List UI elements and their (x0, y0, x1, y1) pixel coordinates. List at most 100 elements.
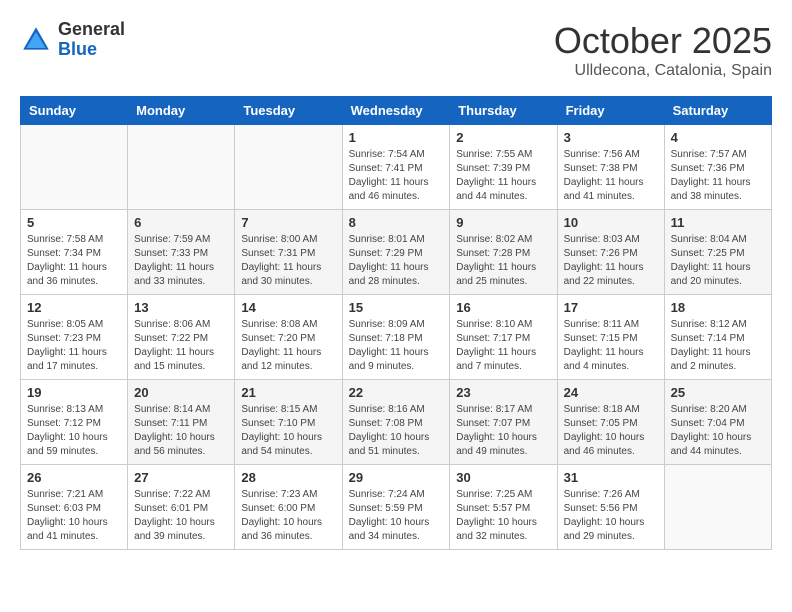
day-number: 7 (241, 215, 335, 230)
day-number: 26 (27, 470, 121, 485)
calendar-cell: 26 Sunrise: 7:21 AM Sunset: 6:03 PM Dayli… (21, 465, 128, 550)
day-number: 18 (671, 300, 765, 315)
day-number: 27 (134, 470, 228, 485)
calendar-cell (21, 125, 128, 210)
day-info: Sunrise: 8:11 AM Sunset: 7:15 PM Dayligh… (564, 318, 658, 374)
calendar-cell: 14 Sunrise: 8:08 AM Sunset: 7:20 PM Dayli… (235, 295, 342, 380)
calendar-cell: 8 Sunrise: 8:01 AM Sunset: 7:29 PM Daylig… (342, 210, 450, 295)
calendar-cell: 7Sunrise: 8:00 AM Sunset: 7:31 PM Daylig… (235, 210, 342, 295)
calendar-cell: 2 Sunrise: 7:55 AM Sunset: 7:39 PM Daylig… (450, 125, 557, 210)
logo-text: General Blue (58, 20, 125, 60)
day-number: 12 (27, 300, 121, 315)
calendar-cell: 11 Sunrise: 8:04 AM Sunset: 7:25 PM Dayli… (664, 210, 771, 295)
day-info: Sunrise: 7:58 AM Sunset: 7:34 PM Dayligh… (27, 233, 121, 289)
day-number: 1 (349, 130, 444, 145)
day-info: Sunrise: 8:10 AM Sunset: 7:17 PM Dayligh… (456, 318, 550, 374)
calendar-cell: 16 Sunrise: 8:10 AM Sunset: 7:17 PM Dayli… (450, 295, 557, 380)
day-number: 9 (456, 215, 550, 230)
calendar-cell: 24 Sunrise: 8:18 AM Sunset: 7:05 PM Dayli… (557, 380, 664, 465)
calendar-cell: 10 Sunrise: 8:03 AM Sunset: 7:26 PM Dayli… (557, 210, 664, 295)
day-number: 23 (456, 385, 550, 400)
day-number: 8 (349, 215, 444, 230)
day-number: 4 (671, 130, 765, 145)
calendar-cell: 18 Sunrise: 8:12 AM Sunset: 7:14 PM Dayli… (664, 295, 771, 380)
day-info: Sunrise: 7:54 AM Sunset: 7:41 PM Dayligh… (349, 148, 444, 204)
weekday-header-cell: Friday (557, 97, 664, 125)
day-number: 11 (671, 215, 765, 230)
day-number: 2 (456, 130, 550, 145)
calendar-cell (128, 125, 235, 210)
calendar-cell: 23 Sunrise: 8:17 AM Sunset: 7:07 PM Dayli… (450, 380, 557, 465)
calendar-week-row: 12 Sunrise: 8:05 AM Sunset: 7:23 PM Dayli… (21, 295, 772, 380)
weekday-header-cell: Wednesday (342, 97, 450, 125)
logo: General Blue (20, 20, 125, 60)
day-number: 15 (349, 300, 444, 315)
day-info: Sunrise: 7:21 AM Sunset: 6:03 PM Dayligh… (27, 488, 121, 544)
day-number: 10 (564, 215, 658, 230)
day-info: Sunrise: 7:25 AM Sunset: 5:57 PM Dayligh… (456, 488, 550, 544)
weekday-header-cell: Thursday (450, 97, 557, 125)
day-number: 6 (134, 215, 228, 230)
day-info: Sunrise: 7:57 AM Sunset: 7:36 PM Dayligh… (671, 148, 765, 204)
calendar-cell: 12 Sunrise: 8:05 AM Sunset: 7:23 PM Dayli… (21, 295, 128, 380)
day-info: Sunrise: 8:20 AM Sunset: 7:04 PM Dayligh… (671, 403, 765, 459)
calendar-cell: 28 Sunrise: 7:23 AM Sunset: 6:00 PM Dayli… (235, 465, 342, 550)
calendar-cell: 4 Sunrise: 7:57 AM Sunset: 7:36 PM Daylig… (664, 125, 771, 210)
logo-icon (20, 24, 52, 56)
calendar-cell: 6Sunrise: 7:59 AM Sunset: 7:33 PM Daylig… (128, 210, 235, 295)
calendar-cell: 17 Sunrise: 8:11 AM Sunset: 7:15 PM Dayli… (557, 295, 664, 380)
day-number: 19 (27, 385, 121, 400)
calendar-cell: 9 Sunrise: 8:02 AM Sunset: 7:28 PM Daylig… (450, 210, 557, 295)
calendar-cell: 20Sunrise: 8:14 AM Sunset: 7:11 PM Dayli… (128, 380, 235, 465)
day-info: Sunrise: 8:05 AM Sunset: 7:23 PM Dayligh… (27, 318, 121, 374)
day-number: 14 (241, 300, 335, 315)
calendar-week-row: 1 Sunrise: 7:54 AM Sunset: 7:41 PM Daylig… (21, 125, 772, 210)
day-info: Sunrise: 8:09 AM Sunset: 7:18 PM Dayligh… (349, 318, 444, 374)
day-number: 13 (134, 300, 228, 315)
day-number: 31 (564, 470, 658, 485)
calendar-cell (664, 465, 771, 550)
day-info: Sunrise: 7:23 AM Sunset: 6:00 PM Dayligh… (241, 488, 335, 544)
calendar-week-row: 26 Sunrise: 7:21 AM Sunset: 6:03 PM Dayli… (21, 465, 772, 550)
calendar-cell (235, 125, 342, 210)
weekday-header-cell: Monday (128, 97, 235, 125)
calendar-cell: 27 Sunrise: 7:22 AM Sunset: 6:01 PM Dayli… (128, 465, 235, 550)
day-info: Sunrise: 7:24 AM Sunset: 5:59 PM Dayligh… (349, 488, 444, 544)
day-number: 17 (564, 300, 658, 315)
day-info: Sunrise: 8:16 AM Sunset: 7:08 PM Dayligh… (349, 403, 444, 459)
day-info: Sunrise: 7:22 AM Sunset: 6:01 PM Dayligh… (134, 488, 228, 544)
calendar-cell: 19Sunrise: 8:13 AM Sunset: 7:12 PM Dayli… (21, 380, 128, 465)
calendar-table: SundayMondayTuesdayWednesdayThursdayFrid… (20, 96, 772, 550)
day-info: Sunrise: 8:06 AM Sunset: 7:22 PM Dayligh… (134, 318, 228, 374)
day-info: Sunrise: 8:15 AM Sunset: 7:10 PM Dayligh… (241, 403, 335, 459)
calendar-cell: 29 Sunrise: 7:24 AM Sunset: 5:59 PM Dayli… (342, 465, 450, 550)
calendar-week-row: 19Sunrise: 8:13 AM Sunset: 7:12 PM Dayli… (21, 380, 772, 465)
day-info: Sunrise: 8:02 AM Sunset: 7:28 PM Dayligh… (456, 233, 550, 289)
day-info: Sunrise: 8:17 AM Sunset: 7:07 PM Dayligh… (456, 403, 550, 459)
weekday-header-cell: Sunday (21, 97, 128, 125)
day-number: 25 (671, 385, 765, 400)
location-title: Ulldecona, Catalonia, Spain (554, 62, 772, 80)
calendar-body: 1 Sunrise: 7:54 AM Sunset: 7:41 PM Daylig… (21, 125, 772, 550)
day-info: Sunrise: 7:55 AM Sunset: 7:39 PM Dayligh… (456, 148, 550, 204)
calendar-cell: 15 Sunrise: 8:09 AM Sunset: 7:18 PM Dayli… (342, 295, 450, 380)
day-number: 16 (456, 300, 550, 315)
calendar-cell: 13 Sunrise: 8:06 AM Sunset: 7:22 PM Dayli… (128, 295, 235, 380)
day-info: Sunrise: 8:04 AM Sunset: 7:25 PM Dayligh… (671, 233, 765, 289)
day-info: Sunrise: 8:03 AM Sunset: 7:26 PM Dayligh… (564, 233, 658, 289)
day-number: 28 (241, 470, 335, 485)
day-number: 30 (456, 470, 550, 485)
day-info: Sunrise: 7:26 AM Sunset: 5:56 PM Dayligh… (564, 488, 658, 544)
day-info: Sunrise: 8:18 AM Sunset: 7:05 PM Dayligh… (564, 403, 658, 459)
day-info: Sunrise: 8:08 AM Sunset: 7:20 PM Dayligh… (241, 318, 335, 374)
day-info: Sunrise: 7:56 AM Sunset: 7:38 PM Dayligh… (564, 148, 658, 204)
day-number: 20 (134, 385, 228, 400)
calendar-cell: 25 Sunrise: 8:20 AM Sunset: 7:04 PM Dayli… (664, 380, 771, 465)
day-info: Sunrise: 8:12 AM Sunset: 7:14 PM Dayligh… (671, 318, 765, 374)
day-number: 29 (349, 470, 444, 485)
day-number: 3 (564, 130, 658, 145)
day-info: Sunrise: 8:01 AM Sunset: 7:29 PM Dayligh… (349, 233, 444, 289)
calendar-cell: 1 Sunrise: 7:54 AM Sunset: 7:41 PM Daylig… (342, 125, 450, 210)
day-number: 24 (564, 385, 658, 400)
weekday-header-row: SundayMondayTuesdayWednesdayThursdayFrid… (21, 97, 772, 125)
